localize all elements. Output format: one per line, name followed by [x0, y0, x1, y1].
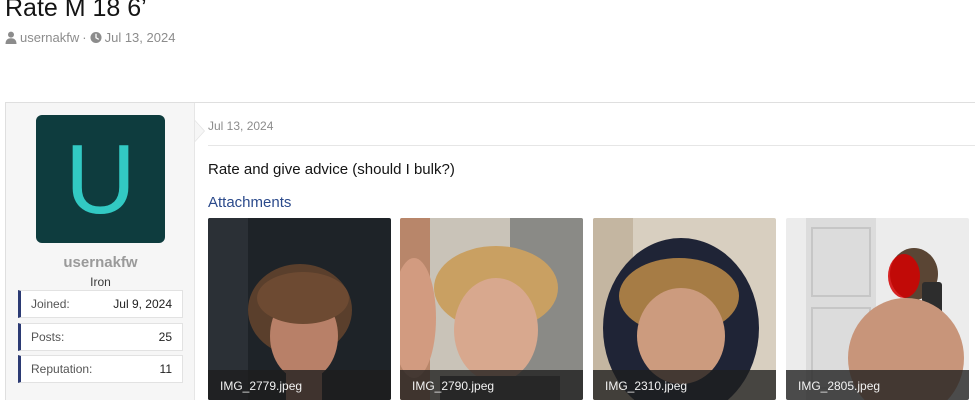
divider — [208, 145, 975, 146]
thread-date-link[interactable]: Jul 13, 2024 — [105, 30, 176, 45]
attachment-filename: IMG_2790.jpeg — [400, 370, 583, 400]
stat-label: Posts: — [31, 330, 65, 344]
username-link[interactable]: usernakfw — [6, 254, 195, 271]
user-stat-joined: Joined: Jul 9, 2024 — [18, 290, 183, 318]
post: U usernakfw Iron Joined: Jul 9, 2024 Pos… — [5, 102, 975, 400]
stat-value: 25 — [158, 330, 172, 344]
thread-author-link[interactable]: usernakfw — [20, 30, 79, 45]
avatar[interactable]: U — [36, 115, 165, 243]
user-rank: Iron — [90, 275, 111, 289]
stat-label: Reputation: — [31, 362, 93, 376]
thread-meta: usernakfw · Jul 13, 2024 — [5, 30, 175, 45]
stat-value: Jul 9, 2024 — [113, 297, 172, 311]
attachment-thumbnail[interactable]: IMG_2790.jpeg — [400, 218, 583, 400]
thread-title: Rate M 18 6’ — [5, 0, 147, 22]
attachment-filename: IMG_2310.jpeg — [593, 370, 776, 400]
stat-value: 11 — [159, 362, 172, 376]
user-stat-posts: Posts: 25 — [18, 323, 183, 351]
post-date-link[interactable]: Jul 13, 2024 — [208, 119, 273, 133]
user-cell: U usernakfw Iron Joined: Jul 9, 2024 Pos… — [6, 103, 195, 400]
post-main: Jul 13, 2024 Rate and give advice (shoul… — [196, 103, 975, 400]
user-icon — [5, 31, 17, 44]
clock-icon — [90, 31, 102, 44]
attachments-heading: Attachments — [208, 194, 292, 211]
avatar-letter: U — [65, 124, 136, 234]
attachment-filename: IMG_2779.jpeg — [208, 370, 391, 400]
stat-label: Joined: — [31, 297, 70, 311]
user-stat-reputation: Reputation: 11 — [18, 355, 183, 383]
post-body: Rate and give advice (should I bulk?) — [208, 161, 455, 178]
attachment-thumbnail[interactable]: IMG_2310.jpeg — [593, 218, 776, 400]
meta-separator: · — [82, 30, 87, 45]
attachment-thumbnail[interactable]: IMG_2779.jpeg — [208, 218, 391, 400]
attachment-thumbnail[interactable]: IMG_2805.jpeg — [786, 218, 969, 400]
attachment-filename: IMG_2805.jpeg — [786, 370, 969, 400]
